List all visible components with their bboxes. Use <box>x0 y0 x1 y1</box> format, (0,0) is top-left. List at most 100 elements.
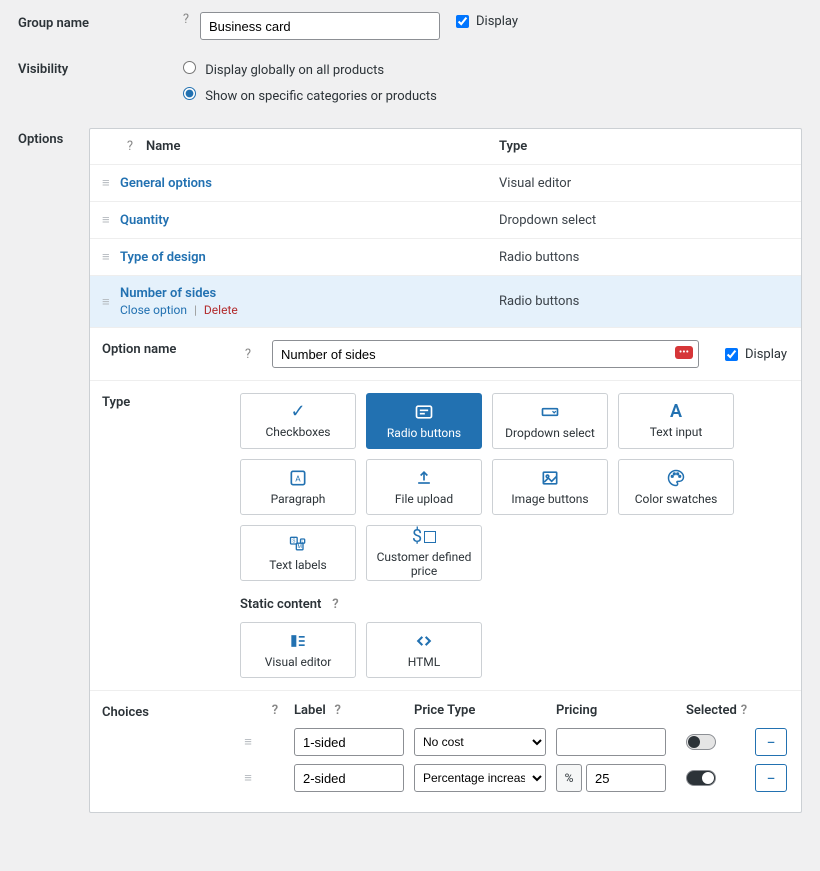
choices-label: Choices <box>90 691 240 812</box>
remove-choice-button[interactable]: − <box>755 728 787 756</box>
option-display-checkbox[interactable]: Display <box>721 345 787 364</box>
dropdown-icon <box>540 402 560 422</box>
visibility-specific-option[interactable]: Show on specific categories or products <box>178 84 437 104</box>
help-icon[interactable]: ? <box>266 703 284 718</box>
choice-selected-toggle[interactable] <box>686 770 716 786</box>
check-icon: ✓ <box>290 403 305 421</box>
price-icon: $ <box>412 528 436 546</box>
type-section: Type ✓ Checkboxes Radio buttons Dropdown… <box>90 381 801 691</box>
html-icon <box>414 631 434 651</box>
text-labels-icon: SML <box>288 534 308 554</box>
type-tile-image-buttons[interactable]: Image buttons <box>492 459 608 515</box>
option-link[interactable]: Type of design <box>120 250 499 265</box>
choice-label-input[interactable] <box>294 764 404 792</box>
drag-handle-icon[interactable]: ≡ <box>102 212 120 228</box>
type-tile-cdp[interactable]: $ Customer defined price <box>366 525 482 581</box>
options-table-header: ? Name Type <box>90 129 801 165</box>
type-tile-dropdown[interactable]: Dropdown select <box>492 393 608 449</box>
visibility-label: Visibility <box>18 58 178 77</box>
visibility-specific-radio[interactable] <box>183 87 196 100</box>
help-icon[interactable]: ? <box>178 12 194 27</box>
visual-editor-icon <box>288 631 308 651</box>
options-label: Options <box>18 128 89 147</box>
option-type: Dropdown select <box>499 213 789 228</box>
svg-text:S: S <box>292 538 295 544</box>
image-icon <box>540 468 560 488</box>
palette-icon <box>666 468 686 488</box>
type-column-header: Type <box>499 139 789 154</box>
option-link[interactable]: Number of sides <box>120 286 499 301</box>
option-name-input[interactable] <box>272 340 699 368</box>
help-icon[interactable]: ? <box>240 347 256 362</box>
help-icon[interactable]: ? <box>327 597 343 612</box>
option-row[interactable]: ≡ General options Visual editor <box>90 165 801 202</box>
text-icon: A <box>670 403 682 421</box>
choice-label-input[interactable] <box>294 728 404 756</box>
choice-price-type-select[interactable]: No cost <box>414 728 546 756</box>
pricing-unit: % <box>556 764 582 792</box>
drag-handle-icon[interactable]: ≡ <box>102 249 120 265</box>
option-row[interactable]: ≡ Quantity Dropdown select <box>90 202 801 239</box>
group-name-row: Group name ? Display <box>18 12 802 40</box>
svg-text:A: A <box>295 474 301 484</box>
help-icon[interactable]: ? <box>330 703 346 718</box>
visibility-options: Display globally on all products Show on… <box>178 58 437 110</box>
radio-icon <box>414 402 434 422</box>
options-row: Options ? Name Type ≡ General options Vi… <box>18 128 802 813</box>
options-panel: ? Name Type ≡ General options Visual edi… <box>89 128 802 813</box>
option-link[interactable]: General options <box>120 176 499 191</box>
option-name-section: Option name ? ••• Display <box>90 328 801 381</box>
group-display-checkbox-input[interactable] <box>456 15 469 28</box>
static-tiles: Visual editor HTML <box>240 622 787 678</box>
option-type: Visual editor <box>499 176 789 191</box>
drag-handle-icon[interactable]: ≡ <box>240 734 256 750</box>
option-row-expanded[interactable]: ≡ Number of sides Close option | Delete … <box>90 276 801 328</box>
display-label: Display <box>476 14 518 29</box>
choice-row: ≡ No cost − <box>240 728 787 756</box>
close-option-link[interactable]: Close option <box>120 303 187 317</box>
type-tile-radio[interactable]: Radio buttons <box>366 393 482 449</box>
option-link[interactable]: Quantity <box>120 213 499 228</box>
upload-icon <box>414 468 434 488</box>
visibility-global-option[interactable]: Display globally on all products <box>178 58 437 78</box>
svg-text:L: L <box>302 539 304 543</box>
drag-handle-icon[interactable]: ≡ <box>102 294 120 310</box>
help-icon[interactable]: ? <box>120 139 140 154</box>
row-actions: Close option | Delete <box>120 303 499 317</box>
choice-pricing-input[interactable] <box>556 728 666 756</box>
type-tile-paragraph[interactable]: A Paragraph <box>240 459 356 515</box>
group-name-input[interactable] <box>200 12 440 40</box>
type-tile-upload[interactable]: File upload <box>366 459 482 515</box>
paragraph-icon: A <box>288 468 308 488</box>
name-column-header: Name <box>146 139 499 154</box>
delete-option-link[interactable]: Delete <box>204 303 238 317</box>
choice-selected-toggle[interactable] <box>686 734 716 750</box>
drag-handle-icon[interactable]: ≡ <box>102 175 120 191</box>
group-name-label: Group name <box>18 12 178 31</box>
choice-row: ≡ Percentage increase % <box>240 764 787 792</box>
type-tiles: ✓ Checkboxes Radio buttons Dropdown sele… <box>240 393 787 581</box>
visibility-row: Visibility Display globally on all produ… <box>18 58 802 110</box>
type-tile-html[interactable]: HTML <box>366 622 482 678</box>
option-type: Radio buttons <box>499 294 789 309</box>
type-tile-checkboxes[interactable]: ✓ Checkboxes <box>240 393 356 449</box>
lastpass-icon[interactable]: ••• <box>675 346 693 359</box>
type-tile-text[interactable]: A Text input <box>618 393 734 449</box>
choice-pricing-input[interactable] <box>586 764 666 792</box>
help-icon[interactable]: ? <box>741 703 747 718</box>
type-tile-text-labels[interactable]: SML Text labels <box>240 525 356 581</box>
option-type: Radio buttons <box>499 250 789 265</box>
choices-header: ? Label? Price Type Pricing Selected? <box>240 703 787 718</box>
option-name-label: Option name <box>90 328 240 380</box>
option-row[interactable]: ≡ Type of design Radio buttons <box>90 239 801 276</box>
choices-section: Choices ? Label? Price Type Pricing Sele… <box>90 691 801 812</box>
group-display-checkbox[interactable]: Display <box>452 12 518 31</box>
drag-handle-icon[interactable]: ≡ <box>240 770 256 786</box>
svg-text:M: M <box>297 544 301 550</box>
type-tile-swatches[interactable]: Color swatches <box>618 459 734 515</box>
visibility-global-radio[interactable] <box>183 61 196 74</box>
option-display-checkbox-input[interactable] <box>725 348 738 361</box>
type-tile-visual-editor[interactable]: Visual editor <box>240 622 356 678</box>
choice-price-type-select[interactable]: Percentage increase <box>414 764 546 792</box>
remove-choice-button[interactable]: − <box>755 764 787 792</box>
